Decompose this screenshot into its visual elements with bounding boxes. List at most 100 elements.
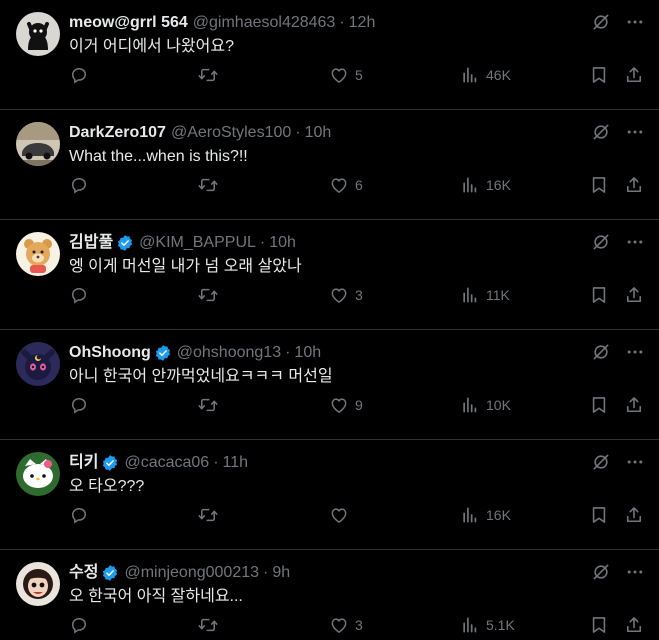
- display-name[interactable]: meow@grrl 564: [69, 13, 188, 33]
- more-options-icon[interactable]: [625, 232, 645, 252]
- user-handle[interactable]: @minjeong000213: [124, 563, 259, 583]
- verified-badge-icon: [116, 234, 134, 252]
- kitty-avatar[interactable]: [16, 452, 60, 496]
- reply-button[interactable]: [69, 393, 95, 417]
- reply-button[interactable]: [69, 173, 95, 197]
- views-button[interactable]: 16K: [460, 503, 511, 527]
- black-cat-avatar[interactable]: [16, 12, 60, 56]
- like-button[interactable]: 9: [329, 393, 363, 417]
- tweet-row[interactable]: meow@grrl 564 @gimhaesol428463 · 12h 이거 …: [0, 0, 659, 110]
- bear-avatar[interactable]: [16, 232, 60, 276]
- retweet-button[interactable]: [198, 173, 224, 197]
- share-icon: [624, 175, 644, 195]
- verified-badge-icon: [154, 344, 172, 362]
- more-options-icon[interactable]: [625, 12, 645, 32]
- display-name[interactable]: 김밥풀: [69, 233, 113, 253]
- view-count: 16K: [486, 507, 511, 523]
- tweet-header: 수정 @minjeong000213 · 9h: [69, 563, 579, 583]
- tweet-text: 오 타오???: [69, 478, 145, 495]
- bookmark-button[interactable]: [589, 173, 609, 197]
- grok-icon[interactable]: [591, 342, 611, 362]
- share-button[interactable]: [624, 393, 644, 417]
- view-count: 5.1K: [486, 617, 515, 633]
- retweet-button[interactable]: [198, 503, 224, 527]
- timestamp[interactable]: 11h: [223, 453, 249, 473]
- retweet-icon: [198, 615, 218, 635]
- like-button[interactable]: 6: [329, 173, 363, 197]
- share-button[interactable]: [624, 63, 644, 87]
- tweet-row[interactable]: 티키 @cacaca06 · 11h 오 타오??? 16K: [0, 440, 659, 550]
- views-button[interactable]: 16K: [460, 173, 511, 197]
- views-button[interactable]: 46K: [460, 63, 511, 87]
- tweet-row[interactable]: 김밥풀 @KIM_BAPPUL · 10h 엥 이게 머선일 내가 넘 오래 살…: [0, 220, 659, 330]
- bookmark-button[interactable]: [589, 393, 609, 417]
- display-name[interactable]: DarkZero107: [69, 123, 166, 143]
- tweet-row[interactable]: OhShoong @ohshoong13 · 10h 아니 한국어 안까먹었네요…: [0, 330, 659, 440]
- user-handle[interactable]: @ohshoong13: [177, 343, 281, 363]
- tweet-row[interactable]: 수정 @minjeong000213 · 9h 오 한국어 아직 잘하네요...…: [0, 550, 659, 640]
- display-name[interactable]: 수정: [69, 563, 98, 583]
- bookmark-button[interactable]: [589, 613, 609, 637]
- reply-button[interactable]: [69, 613, 95, 637]
- bookmark-button[interactable]: [589, 283, 609, 307]
- user-handle[interactable]: @KIM_BAPPUL: [139, 233, 256, 253]
- like-button[interactable]: [329, 503, 355, 527]
- display-name[interactable]: 티키: [69, 453, 98, 473]
- luna-cat-avatar[interactable]: [16, 342, 60, 386]
- timestamp[interactable]: 12h: [349, 13, 376, 33]
- grok-icon[interactable]: [591, 452, 611, 472]
- timestamp[interactable]: 10h: [294, 343, 321, 363]
- share-icon: [624, 65, 644, 85]
- tweet-text: What the...when is this?!!: [69, 148, 248, 165]
- views-button[interactable]: 10K: [460, 393, 511, 417]
- timestamp[interactable]: 9h: [272, 563, 290, 583]
- share-button[interactable]: [624, 173, 644, 197]
- like-count: 5: [355, 67, 363, 83]
- views-button[interactable]: 5.1K: [460, 613, 515, 637]
- bookmark-icon: [589, 505, 609, 525]
- user-handle[interactable]: @cacaca06: [124, 453, 209, 473]
- grok-icon[interactable]: [591, 122, 611, 142]
- retweet-button[interactable]: [198, 613, 224, 637]
- heart-icon: [329, 175, 349, 195]
- tweet-actions: 6 16K: [69, 173, 649, 197]
- grok-icon[interactable]: [591, 232, 611, 252]
- retweet-button[interactable]: [198, 393, 224, 417]
- user-handle[interactable]: @AeroStyles100: [171, 123, 291, 143]
- more-options-icon[interactable]: [625, 562, 645, 582]
- more-options-icon[interactable]: [625, 452, 645, 472]
- views-button[interactable]: 11K: [460, 283, 510, 307]
- grok-icon[interactable]: [591, 12, 611, 32]
- like-button[interactable]: 3: [329, 613, 363, 637]
- girl-avatar[interactable]: [16, 562, 60, 606]
- timestamp[interactable]: 10h: [269, 233, 296, 253]
- reply-icon: [69, 615, 89, 635]
- car-photo-avatar[interactable]: [16, 122, 60, 166]
- bookmark-button[interactable]: [589, 63, 609, 87]
- reply-button[interactable]: [69, 503, 95, 527]
- retweet-button[interactable]: [198, 283, 224, 307]
- more-options-icon[interactable]: [625, 122, 645, 142]
- reply-button[interactable]: [69, 63, 95, 87]
- timestamp[interactable]: 10h: [305, 123, 332, 143]
- like-button[interactable]: 3: [329, 283, 363, 307]
- reply-button[interactable]: [69, 283, 95, 307]
- share-button[interactable]: [624, 283, 644, 307]
- tweet-top-actions: [591, 232, 645, 252]
- share-button[interactable]: [624, 503, 644, 527]
- reply-icon: [69, 505, 89, 525]
- share-button[interactable]: [624, 613, 644, 637]
- bookmark-button[interactable]: [589, 503, 609, 527]
- heart-icon: [329, 395, 349, 415]
- retweet-button[interactable]: [198, 63, 224, 87]
- user-handle[interactable]: @gimhaesol428463: [193, 13, 336, 33]
- display-name[interactable]: OhShoong: [69, 343, 151, 363]
- more-options-icon[interactable]: [625, 342, 645, 362]
- separator-dot: ·: [263, 564, 269, 581]
- share-icon: [624, 285, 644, 305]
- like-button[interactable]: 5: [329, 63, 363, 87]
- grok-icon[interactable]: [591, 562, 611, 582]
- tweet-row[interactable]: DarkZero107 @AeroStyles100 · 10h What th…: [0, 110, 659, 220]
- bookmark-icon: [589, 65, 609, 85]
- like-count: 3: [355, 617, 363, 633]
